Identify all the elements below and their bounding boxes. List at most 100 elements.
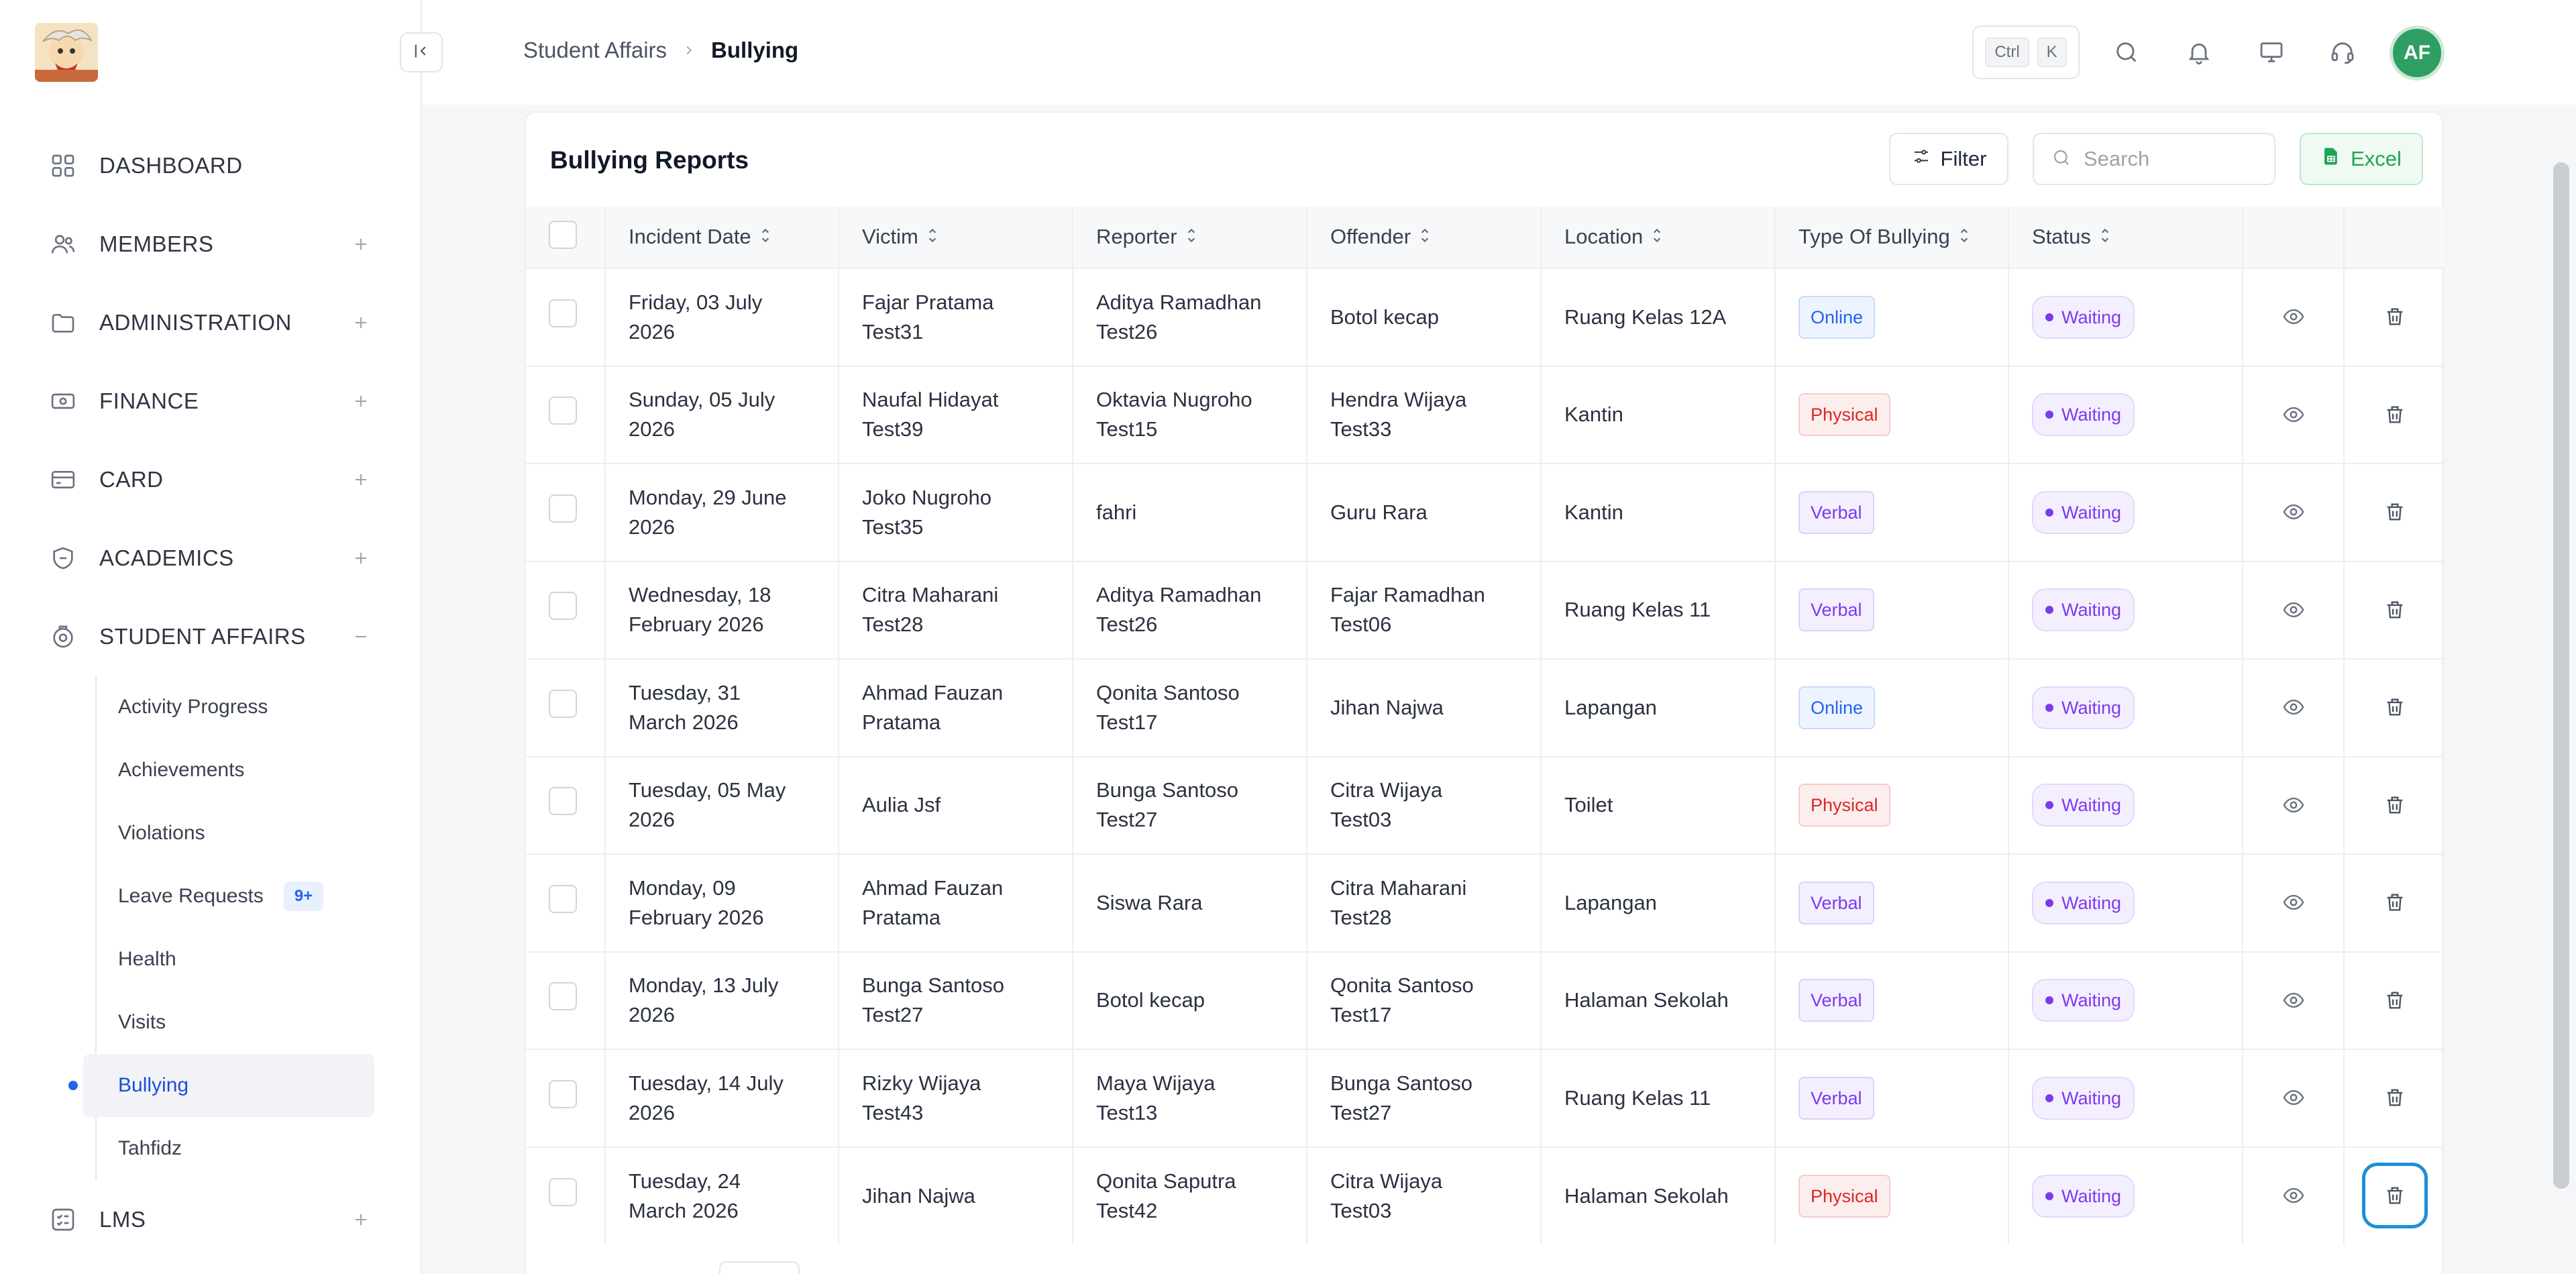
command-palette-shortcut[interactable]: Ctrl K (1972, 25, 2080, 79)
table-row[interactable]: Sunday, 05 July 2026 Naufal Hidayat Test39 O… (526, 366, 2445, 464)
sort-icon[interactable] (1958, 225, 1970, 250)
sidebar-subitem-achievements[interactable]: Achievements (97, 739, 374, 802)
search-field[interactable] (2033, 133, 2275, 185)
minus-icon[interactable] (347, 623, 374, 650)
sidebar-item-student-affairs[interactable]: STUDENT AFFAIRS (0, 597, 421, 676)
sidebar-item-finance[interactable]: FINANCE (0, 362, 421, 440)
search-input[interactable] (2084, 147, 2258, 171)
type-cell: Physical (1775, 1147, 2009, 1244)
scrollbar-thumb[interactable] (2553, 162, 2569, 1189)
trash-icon[interactable] (2361, 1163, 2428, 1229)
credit-card-icon (48, 465, 78, 494)
trash-icon[interactable] (2376, 884, 2414, 921)
plus-icon[interactable] (347, 1206, 374, 1233)
sidebar-item-administration[interactable]: ADMINISTRATION (0, 283, 421, 362)
cell-line: Ahmad Fauzan (862, 680, 1004, 704)
status-dot-icon (2045, 801, 2053, 810)
sort-icon[interactable] (1185, 225, 1197, 250)
row-checkbox[interactable] (549, 1079, 577, 1108)
table-row[interactable]: Monday, 09 February 2026 Ahmad Fauzan Prata… (526, 854, 2445, 952)
trash-icon[interactable] (2376, 981, 2414, 1019)
column-header-offender[interactable]: Offender (1307, 207, 1542, 268)
status-badge: Waiting (2032, 881, 2135, 924)
row-checkbox[interactable] (549, 299, 577, 327)
column-header-incident-date[interactable]: Incident Date (605, 207, 839, 268)
trash-icon[interactable] (2376, 591, 2414, 629)
column-header-location[interactable]: Location (1541, 207, 1776, 268)
trash-icon[interactable] (2376, 396, 2414, 433)
status-cell: Waiting (2008, 756, 2243, 854)
sidebar-item-academics[interactable]: ACADEMICS (0, 519, 421, 597)
pagination-stub[interactable] (719, 1261, 800, 1274)
eye-icon[interactable] (2275, 884, 2312, 921)
breadcrumb-parent[interactable]: Student Affairs (523, 38, 667, 63)
sidebar-subitem-visits[interactable]: Visits (97, 991, 374, 1054)
table-row[interactable]: Tuesday, 14 July 2026 Rizky Wijaya Test43 Ma… (526, 1049, 2445, 1147)
plus-icon[interactable] (347, 231, 374, 258)
table-row[interactable]: Monday, 13 July 2026 Bunga Santoso Test27 Bo… (526, 951, 2445, 1049)
column-header-victim[interactable]: Victim (839, 207, 1073, 268)
column-header-reporter[interactable]: Reporter (1073, 207, 1307, 268)
headset-icon[interactable] (2326, 36, 2359, 68)
user-avatar[interactable]: AF (2390, 25, 2445, 81)
sidebar-subitem-leave-requests[interactable]: Leave Requests 9+ (97, 865, 374, 928)
plus-icon[interactable] (347, 545, 374, 572)
column-header-status[interactable]: Status (2008, 207, 2243, 268)
table-row[interactable]: Wednesday, 18 February 2026 Citra Maharani… (526, 561, 2445, 659)
collapse-sidebar-button[interactable] (400, 32, 443, 72)
sidebar-subitem-health[interactable]: Health (97, 928, 374, 991)
row-checkbox[interactable] (549, 494, 577, 523)
plus-icon[interactable] (347, 466, 374, 493)
table-row[interactable]: Tuesday, 24 March 2026 Jihan Najwa Qonita S… (526, 1147, 2445, 1244)
filter-button[interactable]: Filter (1889, 133, 2008, 185)
select-all-checkbox[interactable] (549, 220, 577, 249)
eye-icon[interactable] (2275, 1177, 2312, 1214)
monitor-icon[interactable] (2255, 36, 2288, 68)
cell-line: Monday, 29 June (629, 485, 787, 509)
sidebar-subitem-tahfidz[interactable]: Tahfidz (97, 1117, 374, 1180)
export-excel-button[interactable]: Excel (2300, 133, 2423, 185)
row-checkbox[interactable] (549, 982, 577, 1011)
table-row[interactable]: Tuesday, 05 May 2026 Aulia Jsf Bunga Santos… (526, 756, 2445, 854)
sort-icon[interactable] (2099, 225, 2111, 250)
sidebar-item-card[interactable]: CARD (0, 440, 421, 519)
plus-icon[interactable] (347, 388, 374, 415)
table-row[interactable]: Friday, 03 July 2026 Fajar Pratama Test31 Ad… (526, 268, 2445, 366)
sort-icon[interactable] (1419, 225, 1431, 250)
row-checkbox[interactable] (549, 787, 577, 816)
sort-icon[interactable] (1651, 225, 1663, 250)
trash-icon[interactable] (2376, 786, 2414, 824)
sort-icon[interactable] (926, 225, 938, 250)
sidebar-item-members[interactable]: MEMBERS (0, 205, 421, 283)
sidebar-subitem-activity-progress[interactable]: Activity Progress (97, 676, 374, 739)
eye-icon[interactable] (2275, 1079, 2312, 1116)
sidebar-item-dashboard[interactable]: DASHBOARD (0, 126, 421, 205)
row-checkbox[interactable] (549, 689, 577, 718)
eye-icon[interactable] (2275, 396, 2312, 433)
table-row[interactable]: Monday, 29 June 2026 Joko Nugroho Test35 fah… (526, 464, 2445, 562)
sidebar-item-lms[interactable]: LMS (0, 1180, 421, 1259)
trash-icon[interactable] (2376, 688, 2414, 726)
trash-icon[interactable] (2376, 493, 2414, 531)
row-checkbox[interactable] (549, 592, 577, 621)
plus-icon[interactable] (347, 309, 374, 336)
sidebar-subitem-bullying[interactable]: Bullying (68, 1054, 374, 1117)
eye-icon[interactable] (2275, 688, 2312, 726)
eye-icon[interactable] (2275, 786, 2312, 824)
sidebar-subitem-violations[interactable]: Violations (97, 802, 374, 865)
eye-icon[interactable] (2275, 493, 2312, 531)
row-checkbox[interactable] (549, 396, 577, 425)
row-checkbox[interactable] (549, 1177, 577, 1206)
table-row[interactable]: Tuesday, 31 March 2026 Ahmad Fauzan Pratama… (526, 659, 2445, 757)
sort-icon[interactable] (759, 225, 771, 250)
search-icon[interactable] (2110, 36, 2143, 68)
eye-icon[interactable] (2275, 591, 2312, 629)
app-logo[interactable] (35, 23, 98, 82)
trash-icon[interactable] (2376, 298, 2414, 335)
eye-icon[interactable] (2275, 298, 2312, 335)
trash-icon[interactable] (2376, 1079, 2414, 1116)
column-header-type[interactable]: Type Of Bullying (1775, 207, 2009, 268)
row-checkbox[interactable] (549, 884, 577, 913)
eye-icon[interactable] (2275, 981, 2312, 1019)
bell-icon[interactable] (2183, 36, 2215, 68)
